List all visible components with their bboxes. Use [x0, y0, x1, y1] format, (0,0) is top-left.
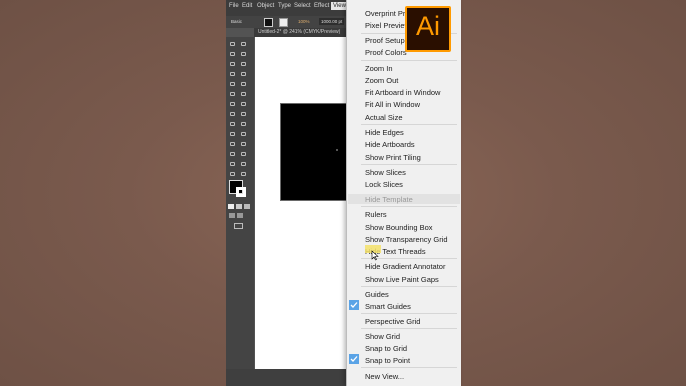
free-transform-tool-icon[interactable] — [240, 111, 248, 117]
shape-builder-tool-icon[interactable] — [229, 121, 237, 127]
menu-edit[interactable]: Edit — [242, 3, 252, 9]
eraser-tool-icon[interactable] — [240, 91, 248, 97]
menu-separator — [361, 60, 457, 61]
menu-object[interactable]: Object — [257, 3, 274, 9]
mouse-cursor-icon — [371, 250, 379, 261]
menu-show-transparency-grid[interactable]: Show Transparency Grid — [365, 235, 448, 244]
pencil-tool-icon[interactable] — [240, 81, 248, 87]
menu-new-view[interactable]: New View... — [365, 372, 404, 381]
document-tab-title: Untitled-2* @ 241% (CMYK/Preview) — [258, 29, 341, 35]
type-tool-icon[interactable] — [240, 61, 248, 67]
menu-show-live-paint-gaps[interactable]: Show Live Paint Gaps — [365, 275, 439, 284]
menu-separator — [361, 164, 457, 165]
perspective-grid-tool-icon[interactable] — [240, 121, 248, 127]
style-label: Basic — [231, 19, 243, 24]
draw-mode-icon[interactable] — [229, 213, 235, 218]
color-mode-icon[interactable] — [236, 204, 242, 209]
menu-zoom-out[interactable]: Zoom Out — [365, 76, 398, 85]
gradient-tool-icon[interactable] — [240, 131, 248, 137]
fill-swatch[interactable] — [264, 18, 273, 27]
default-colors-icon[interactable] — [228, 204, 234, 209]
menu-separator — [361, 328, 457, 329]
blob-brush-tool-icon[interactable] — [229, 91, 237, 97]
menu-show-grid[interactable]: Show Grid — [365, 332, 400, 341]
snap-to-point-check-icon — [349, 354, 359, 364]
menu-actual-size[interactable]: Actual Size — [365, 113, 403, 122]
rotate-tool-icon[interactable] — [229, 101, 237, 107]
menu-separator — [361, 367, 457, 368]
width-field[interactable]: 1000.00 pt — [319, 18, 345, 25]
menu-select[interactable]: Select — [294, 3, 311, 9]
scale-tool-icon[interactable] — [240, 101, 248, 107]
line-tool-icon[interactable] — [229, 71, 237, 77]
none-mode-icon[interactable] — [244, 204, 250, 209]
menu-zoom-in[interactable]: Zoom In — [365, 64, 393, 73]
menu-lock-slices[interactable]: Lock Slices — [365, 180, 403, 189]
menu-file[interactable]: File — [229, 3, 239, 9]
menu-guides[interactable]: Guides — [365, 290, 389, 299]
hand-tool-icon[interactable] — [229, 171, 237, 177]
menu-smart-guides[interactable]: Smart Guides — [365, 302, 411, 311]
menu-separator — [361, 313, 457, 314]
column-graph-tool-icon[interactable] — [240, 151, 248, 157]
symbol-sprayer-tool-icon[interactable] — [229, 151, 237, 157]
draw-mode-icon-2[interactable] — [237, 213, 243, 218]
stroke-swatch[interactable] — [279, 18, 288, 27]
eyedropper-tool-icon[interactable] — [229, 141, 237, 147]
center-point — [336, 149, 338, 151]
paintbrush-tool-icon[interactable] — [229, 81, 237, 87]
direct-selection-tool-icon[interactable] — [240, 41, 248, 47]
magic-wand-tool-icon[interactable] — [229, 51, 237, 57]
smart-guides-check-icon — [349, 300, 359, 310]
menu-proof-colors[interactable]: Proof Colors — [365, 48, 407, 57]
blend-tool-icon[interactable] — [240, 141, 248, 147]
screen-mode-icon[interactable] — [234, 223, 243, 229]
width-tool-icon[interactable] — [229, 111, 237, 117]
menu-pixel-preview[interactable]: Pixel Preview — [365, 21, 410, 30]
menu-fit-artboard[interactable]: Fit Artboard in Window — [365, 88, 440, 97]
menu-hide-template: Hide Template — [365, 195, 413, 204]
mesh-tool-icon[interactable] — [229, 131, 237, 137]
menu-separator — [361, 286, 457, 287]
view-menu-dropdown: Overprint Preview Pixel Preview Proof Se… — [346, 0, 461, 386]
slice-tool-icon[interactable] — [240, 161, 248, 167]
menu-snap-to-point[interactable]: Snap to Point — [365, 356, 410, 365]
menu-proof-setup[interactable]: Proof Setup — [365, 36, 405, 45]
stroke-color-box[interactable] — [236, 187, 246, 197]
menu-snap-to-grid[interactable]: Snap to Grid — [365, 344, 407, 353]
menu-separator — [361, 124, 457, 125]
menu-effect[interactable]: Effect — [314, 3, 329, 9]
zoom-tool-icon[interactable] — [240, 171, 248, 177]
menu-perspective-grid[interactable]: Perspective Grid — [365, 317, 420, 326]
menu-hide-edges[interactable]: Hide Edges — [365, 128, 404, 137]
opacity-field[interactable]: 100% — [298, 19, 310, 24]
selection-tool-icon[interactable] — [229, 41, 237, 47]
pen-tool-icon[interactable] — [229, 61, 237, 67]
menu-separator — [361, 206, 457, 207]
menu-show-slices[interactable]: Show Slices — [365, 168, 406, 177]
logo-text: Ai — [415, 11, 440, 41]
menu-rulers[interactable]: Rulers — [365, 210, 387, 219]
tools-panel — [226, 37, 254, 386]
lasso-tool-icon[interactable] — [240, 51, 248, 57]
artboard-tool-icon[interactable] — [229, 161, 237, 167]
menu-fit-all[interactable]: Fit All in Window — [365, 100, 420, 109]
illustrator-logo: Ai — [405, 6, 451, 52]
rectangle-tool-icon[interactable] — [240, 71, 248, 77]
menu-show-bounding-box[interactable]: Show Bounding Box — [365, 223, 433, 232]
menu-hide-gradient-annotator[interactable]: Hide Gradient Annotator — [365, 262, 445, 271]
menu-show-print-tiling[interactable]: Show Print Tiling — [365, 153, 421, 162]
menu-type[interactable]: Type — [278, 3, 291, 9]
menu-hide-artboards[interactable]: Hide Artboards — [365, 140, 415, 149]
